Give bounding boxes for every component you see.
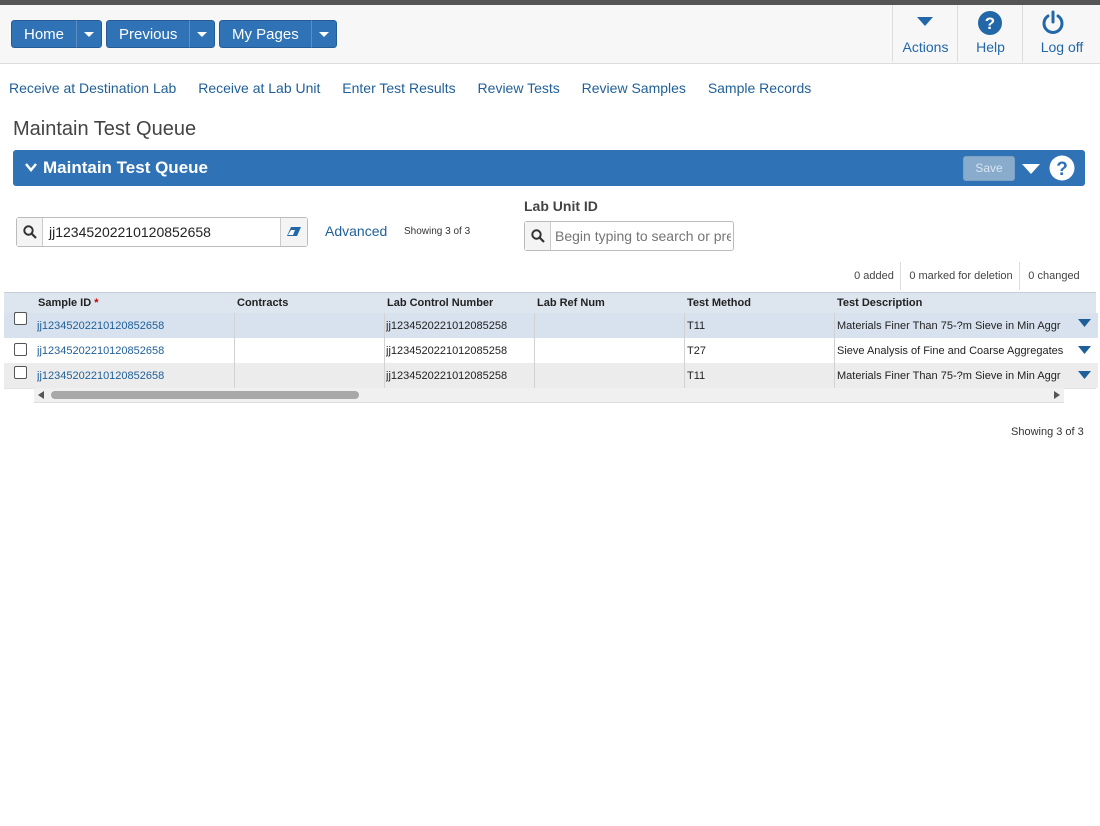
app-header: Home Previous My Pages Actions ? Help Lo…	[0, 5, 1100, 64]
table-row[interactable]: jj12345202210120852658 jj123452022101208…	[4, 312, 1098, 339]
col-lab-ref-num[interactable]: Lab Ref Num	[537, 297, 605, 309]
actions-label: Actions	[902, 39, 949, 55]
link-review-tests[interactable]: Review Tests	[478, 80, 560, 96]
quick-links: Receive at Destination Lab Receive at La…	[9, 80, 829, 96]
previous-dropdown-button[interactable]	[189, 20, 216, 48]
caret-down-icon	[1078, 371, 1091, 379]
help-icon[interactable]: ?	[1049, 155, 1075, 181]
sample-id-link[interactable]: jj12345202210120852658	[37, 345, 164, 357]
col-contracts[interactable]: Contracts	[237, 297, 288, 309]
lab-control-cell: jj1234520221012085258	[386, 370, 508, 382]
required-marker: *	[94, 297, 99, 309]
row-menu-button[interactable]	[1070, 313, 1098, 338]
my-pages-nav-group: My Pages	[219, 20, 337, 48]
svg-text:?: ?	[1056, 159, 1068, 180]
save-button[interactable]: Save	[963, 156, 1015, 181]
link-sample-records[interactable]: Sample Records	[708, 80, 812, 96]
row-menu-button[interactable]	[1070, 363, 1098, 388]
lab-control-cell: jj1234520221012085258	[386, 345, 508, 357]
lab-unit-label: Lab Unit ID	[524, 198, 598, 214]
previous-nav-group: Previous	[106, 20, 216, 48]
horizontal-scrollbar[interactable]	[34, 388, 1064, 403]
chevron-down-icon[interactable]	[25, 163, 37, 172]
power-icon	[1042, 10, 1064, 34]
actions-button[interactable]: Actions	[892, 5, 958, 62]
search-icon	[23, 225, 37, 239]
caret-down-icon[interactable]	[1022, 164, 1040, 174]
chevron-down-icon	[318, 32, 329, 37]
link-enter-test-results[interactable]: Enter Test Results	[342, 80, 455, 96]
logoff-label: Log off	[1040, 39, 1084, 55]
home-button[interactable]: Home	[11, 20, 77, 48]
test-method-cell: T11	[687, 320, 706, 332]
help-label: Help	[976, 39, 1005, 55]
col-lab-control-number[interactable]: Lab Control Number	[387, 297, 493, 309]
deleted-count: 0 marked for deletion	[909, 270, 1013, 282]
search-input[interactable]: jj12345202210120852658	[49, 224, 211, 240]
eraser-icon	[287, 227, 301, 236]
row-menu-button[interactable]	[1070, 338, 1098, 363]
sample-id-link[interactable]: jj12345202210120852658	[37, 370, 164, 382]
lab-unit-input[interactable]	[553, 225, 733, 247]
caret-down-icon	[917, 17, 933, 26]
col-test-method[interactable]: Test Method	[687, 297, 751, 309]
scrollbar-thumb[interactable]	[51, 391, 359, 399]
test-description-cell: Materials Finer Than 75-?m Sieve in Min …	[837, 370, 1061, 382]
scroll-right-icon[interactable]	[1054, 391, 1060, 399]
added-count: 0 added	[854, 270, 894, 282]
link-review-samples[interactable]: Review Samples	[582, 80, 686, 96]
row-checkbox[interactable]	[14, 343, 27, 356]
divider	[1019, 262, 1020, 290]
scroll-left-icon[interactable]	[38, 391, 44, 399]
chevron-down-icon	[84, 32, 95, 37]
panel-title[interactable]: Maintain Test Queue	[43, 158, 208, 178]
help-button[interactable]: ? Help	[957, 5, 1023, 62]
row-checkbox[interactable]	[14, 312, 27, 325]
clear-search-button[interactable]	[280, 218, 307, 246]
table-row[interactable]: jj12345202210120852658 jj123452022101208…	[4, 363, 1098, 389]
link-receive-destination-lab[interactable]: Receive at Destination Lab	[9, 80, 176, 96]
test-method-cell: T11	[687, 370, 706, 382]
svg-text:?: ?	[985, 14, 995, 33]
home-nav-group: Home	[11, 20, 103, 48]
search-button[interactable]	[17, 218, 43, 246]
test-method-cell: T27	[687, 345, 706, 357]
table-header: Sample ID * Contracts Lab Control Number…	[4, 292, 1096, 325]
changed-count: 0 changed	[1028, 270, 1080, 282]
lab-control-cell: jj1234520221012085258	[386, 320, 508, 332]
previous-button[interactable]: Previous	[106, 20, 190, 48]
sample-id-link[interactable]: jj12345202210120852658	[37, 320, 164, 332]
table-row[interactable]: jj12345202210120852658 jj123452022101208…	[4, 338, 1098, 364]
link-receive-lab-unit[interactable]: Receive at Lab Unit	[198, 80, 320, 96]
footer-results-count: Showing 3 of 3	[1011, 426, 1084, 438]
my-pages-button[interactable]: My Pages	[219, 20, 311, 48]
lab-unit-search-button[interactable]	[525, 222, 551, 250]
lab-unit-search-field[interactable]	[524, 221, 734, 251]
row-checkbox[interactable]	[14, 366, 27, 379]
logoff-button[interactable]: Log off	[1022, 5, 1100, 62]
caret-down-icon	[1078, 346, 1091, 354]
sample-search-field[interactable]: jj12345202210120852658	[16, 217, 308, 247]
advanced-search-link[interactable]: Advanced	[325, 223, 387, 239]
help-icon: ?	[978, 11, 1002, 35]
test-description-cell: Materials Finer Than 75-?m Sieve in Min …	[837, 320, 1061, 332]
col-sample-id[interactable]: Sample ID *	[38, 297, 99, 309]
divider	[900, 262, 901, 290]
col-test-description[interactable]: Test Description	[837, 297, 922, 309]
results-count: Showing 3 of 3	[404, 226, 471, 237]
search-icon	[531, 229, 545, 243]
page-title: Maintain Test Queue	[13, 118, 197, 140]
panel-header: Maintain Test Queue Save ?	[13, 150, 1085, 186]
test-description-cell: Sieve Analysis of Fine and Coarse Aggreg…	[837, 345, 1064, 357]
my-pages-dropdown-button[interactable]	[310, 20, 337, 48]
chevron-down-icon	[197, 32, 208, 37]
caret-down-icon	[1078, 319, 1091, 327]
home-dropdown-button[interactable]	[76, 20, 103, 48]
